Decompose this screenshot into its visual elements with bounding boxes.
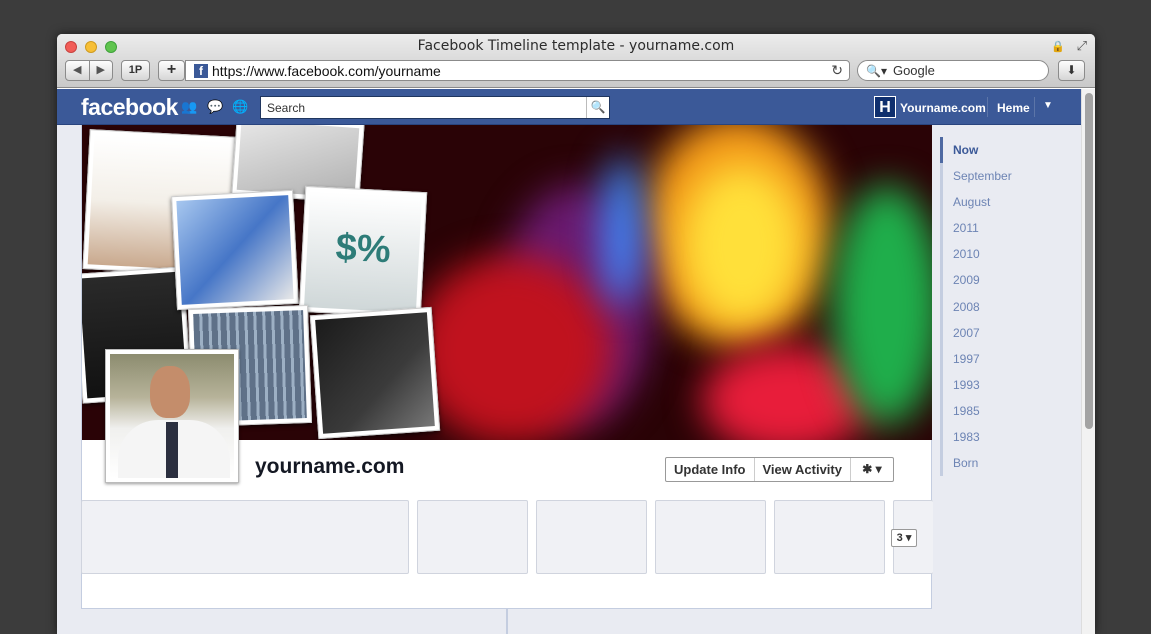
timeline-spine <box>506 609 508 634</box>
view-activity-button[interactable]: View Activity <box>755 458 851 481</box>
google-search-field[interactable]: 🔍▾ Google <box>857 60 1049 81</box>
cover-light-red <box>412 255 612 440</box>
app-count-dropdown[interactable]: 3 ▾ <box>891 529 917 547</box>
cover-light-green <box>832 185 932 425</box>
account-menu-chevron-down-icon[interactable]: ▼ <box>1043 100 1053 111</box>
collage-photo-businessman <box>309 306 441 440</box>
profile-link[interactable]: Yourname.com <box>900 101 986 115</box>
gear-icon[interactable]: ✱ ▾ <box>851 458 893 481</box>
cover-light-blue <box>602 155 642 305</box>
update-info-button[interactable]: Update Info <box>666 458 755 481</box>
facebook-logo[interactable]: facebook <box>81 94 178 121</box>
reader-button[interactable]: 1P <box>121 60 150 81</box>
app-box[interactable] <box>655 500 766 574</box>
scrubber-item[interactable]: September <box>940 163 1080 190</box>
collage-photo-dollar: $% <box>298 185 428 319</box>
scrubber-item[interactable]: Born <box>940 450 1080 477</box>
scrollbar-thumb[interactable] <box>1085 93 1093 429</box>
scrubber-item[interactable]: 1993 <box>940 371 1080 398</box>
app-boxes: 3 ▾ <box>81 500 933 576</box>
vertical-scrollbar[interactable] <box>1081 89 1095 634</box>
scrubber-item[interactable]: 2008 <box>940 293 1080 320</box>
scrubber-item[interactable]: 1997 <box>940 345 1080 372</box>
app-box[interactable] <box>81 500 409 574</box>
avatar[interactable]: H <box>874 96 896 118</box>
google-search-text: Google <box>892 63 935 78</box>
profile-photo <box>110 354 234 478</box>
scrubber-item[interactable]: 2009 <box>940 267 1080 294</box>
profile-actions: Update Info View Activity ✱ ▾ <box>665 457 894 482</box>
app-box[interactable] <box>774 500 885 574</box>
facebook-favicon-icon: f <box>194 63 208 78</box>
back-forward-buttons: ◀ ▶ <box>65 60 113 81</box>
facebook-top-bar: facebook 👥 💬 🌐 Search 🔍 H Yourname.com H… <box>57 89 1081 125</box>
search-icon[interactable]: 🔍 <box>586 97 609 118</box>
download-icon: ⬇ <box>1066 63 1077 77</box>
scrubber-item[interactable]: 2007 <box>940 319 1080 346</box>
messages-icon[interactable]: 💬 <box>207 100 223 114</box>
friend-requests-icon[interactable]: 👥 <box>181 100 197 114</box>
profile-photo-tie <box>166 422 178 478</box>
app-box[interactable] <box>417 500 528 574</box>
profile-photo-head <box>150 366 190 418</box>
scrubber-item[interactable]: August <box>940 189 1080 216</box>
profile-picture[interactable] <box>105 349 239 483</box>
nav-divider <box>987 97 988 117</box>
cover-light-yellow <box>682 165 802 325</box>
lock-icon: 🔒 <box>1051 41 1065 53</box>
scrubber-item[interactable]: 2011 <box>940 215 1080 242</box>
profile-name[interactable]: yourname.com <box>255 455 404 479</box>
home-link[interactable]: Heme <box>997 101 1030 115</box>
fullscreen-icon[interactable]: ⤢ <box>1077 38 1087 54</box>
back-button[interactable]: ◀ <box>66 61 90 80</box>
search-icon: 🔍▾ <box>866 63 887 78</box>
reload-icon[interactable]: ↻ <box>831 62 843 79</box>
collage-photo-pen <box>171 189 299 311</box>
add-bookmark-button[interactable]: + <box>158 60 185 81</box>
scrubber-item[interactable]: 1985 <box>940 397 1080 425</box>
scrubber-item[interactable]: 1983 <box>940 424 1080 451</box>
url-text: https://www.facebook.com/yourname <box>212 62 441 79</box>
timeline-page: $% yourname.com Update Info View Activit… <box>57 125 1081 634</box>
address-bar[interactable]: f https://www.facebook.com/yourname ↻ <box>185 60 850 81</box>
nav-divider <box>1034 97 1035 117</box>
forward-button[interactable]: ▶ <box>90 61 113 80</box>
window-title: Facebook Timeline template - yourname.co… <box>417 38 735 54</box>
facebook-search-input[interactable]: Search 🔍 <box>260 96 610 119</box>
browser-chrome: Facebook Timeline template - yourname.co… <box>57 34 1095 88</box>
notifications-globe-icon[interactable]: 🌐 <box>232 100 248 114</box>
scrubber-item[interactable]: Now <box>940 137 1080 164</box>
scrubber-item[interactable]: 2010 <box>940 241 1080 268</box>
timeline-column: $% yourname.com Update Info View Activit… <box>81 125 933 609</box>
downloads-button[interactable]: ⬇ <box>1058 60 1085 81</box>
timeline-scrubber: Now September August 2011 2010 2009 2008 2007 19… <box>940 137 1080 477</box>
search-placeholder: Search <box>267 101 306 115</box>
app-box[interactable] <box>536 500 647 574</box>
browser-window: Facebook Timeline template - yourname.co… <box>57 34 1095 634</box>
